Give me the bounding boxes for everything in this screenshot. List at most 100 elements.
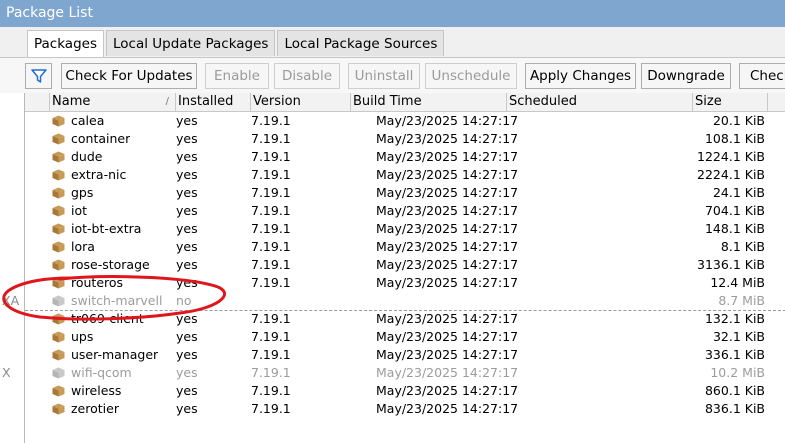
build-time-value: May/23/2025 14:27:17 bbox=[376, 329, 519, 344]
tab-local-package-sources[interactable]: Local Package Sources bbox=[277, 30, 445, 56]
table-row[interactable]: calea yes 7.19.1 May/23/2025 14:27:17 20.1 K… bbox=[25, 112, 785, 130]
table-row[interactable]: lora yes 7.19.1 May/23/2025 14:27:17 8.1 KiB bbox=[25, 238, 785, 256]
package-icon bbox=[52, 277, 65, 289]
package-name: gps bbox=[71, 185, 94, 200]
size-value: 3136.1 KiB bbox=[697, 257, 765, 272]
table-row[interactable]: zerotier yes 7.19.1 May/23/2025 14:27:17 836… bbox=[25, 400, 785, 418]
build-time-value: May/23/2025 14:27:17 bbox=[376, 383, 519, 398]
package-name: container bbox=[71, 131, 131, 146]
installed-value: yes bbox=[176, 257, 198, 272]
size-value: 836.1 KiB bbox=[704, 401, 765, 416]
tab-bar: Packages Local Update Packages Local Pac… bbox=[27, 30, 446, 57]
table-row[interactable]: switch-marvell no 8.7 MiB bbox=[25, 292, 785, 311]
column-header-name[interactable]: Name / bbox=[50, 93, 176, 111]
package-table: Name / Installed Version Build Time Sche… bbox=[24, 93, 785, 443]
column-header-installed[interactable]: Installed bbox=[176, 93, 251, 111]
size-value: 2224.1 KiB bbox=[697, 167, 765, 182]
installed-value: yes bbox=[176, 311, 198, 326]
package-icon bbox=[52, 241, 65, 253]
table-row[interactable]: ups yes 7.19.1 May/23/2025 14:27:17 32.1 KiB bbox=[25, 328, 785, 346]
build-time-value: May/23/2025 14:27:17 bbox=[376, 311, 519, 326]
tab-packages[interactable]: Packages bbox=[27, 30, 104, 57]
toolbar: Check For Updates Enable Disable Uninsta… bbox=[0, 57, 785, 93]
window-title: Package List bbox=[0, 0, 785, 27]
version-value: 7.19.1 bbox=[251, 275, 291, 290]
package-name: dude bbox=[71, 149, 103, 164]
package-icon bbox=[52, 331, 65, 343]
size-value: 8.1 KiB bbox=[720, 239, 765, 254]
uninstall-button[interactable]: Uninstall bbox=[348, 63, 420, 89]
build-time-value: May/23/2025 14:27:17 bbox=[376, 221, 519, 236]
table-row[interactable]: iot yes 7.19.1 May/23/2025 14:27:17 704.1 Ki… bbox=[25, 202, 785, 220]
downgrade-button[interactable]: Downgrade bbox=[641, 63, 731, 89]
build-time-value: May/23/2025 14:27:17 bbox=[376, 149, 519, 164]
package-name: zerotier bbox=[71, 401, 119, 416]
filter-button[interactable] bbox=[25, 63, 52, 89]
package-name: wireless bbox=[71, 383, 122, 398]
version-value: 7.19.1 bbox=[251, 185, 291, 200]
version-value: 7.19.1 bbox=[251, 149, 291, 164]
build-time-value: May/23/2025 14:27:17 bbox=[376, 275, 519, 290]
size-value: 148.1 KiB bbox=[704, 221, 765, 236]
package-name: tr069-client bbox=[71, 311, 144, 326]
column-header-extra bbox=[768, 93, 785, 111]
package-icon bbox=[52, 151, 65, 163]
tab-local-update-packages[interactable]: Local Update Packages bbox=[106, 30, 276, 56]
package-icon bbox=[52, 349, 65, 361]
column-header-flags[interactable] bbox=[25, 93, 50, 111]
installed-value: yes bbox=[176, 203, 198, 218]
build-time-value: May/23/2025 14:27:17 bbox=[376, 131, 519, 146]
size-value: 10.2 MiB bbox=[710, 365, 765, 380]
package-name: routeros bbox=[71, 275, 124, 290]
table-row[interactable]: wifi-qcom yes 7.19.1 May/23/2025 14:27:17 10… bbox=[25, 364, 785, 382]
column-header-build-time[interactable]: Build Time bbox=[351, 93, 507, 111]
package-icon bbox=[52, 259, 65, 271]
table-row[interactable]: iot-bt-extra yes 7.19.1 May/23/2025 14:27:1… bbox=[25, 220, 785, 238]
check-installation-button[interactable]: Check bbox=[739, 63, 785, 89]
table-row[interactable]: container yes 7.19.1 May/23/2025 14:27:17 10… bbox=[25, 130, 785, 148]
package-name: iot-bt-extra bbox=[71, 221, 142, 236]
installed-value: yes bbox=[176, 185, 198, 200]
table-row[interactable]: dude yes 7.19.1 May/23/2025 14:27:17 1224.1 … bbox=[25, 148, 785, 166]
build-time-value: May/23/2025 14:27:17 bbox=[376, 257, 519, 272]
table-row[interactable]: rose-storage yes 7.19.1 May/23/2025 14:27:1… bbox=[25, 256, 785, 274]
size-value: 8.7 MiB bbox=[718, 293, 765, 308]
check-for-updates-button[interactable]: Check For Updates bbox=[61, 63, 197, 89]
installed-value: yes bbox=[176, 383, 198, 398]
package-name: ups bbox=[71, 329, 94, 344]
table-row[interactable]: tr069-client yes 7.19.1 May/23/2025 14:27:1… bbox=[25, 310, 785, 328]
installed-value: yes bbox=[176, 329, 198, 344]
table-row[interactable]: user-manager yes 7.19.1 May/23/2025 14:27:1… bbox=[25, 346, 785, 364]
installed-value: yes bbox=[176, 347, 198, 362]
installed-value: yes bbox=[176, 239, 198, 254]
column-header-scheduled[interactable]: Scheduled bbox=[507, 93, 693, 111]
table-row[interactable]: extra-nic yes 7.19.1 May/23/2025 14:27:17 22… bbox=[25, 166, 785, 184]
installed-value: yes bbox=[176, 131, 198, 146]
size-value: 336.1 KiB bbox=[704, 347, 765, 362]
disable-button[interactable]: Disable bbox=[274, 63, 340, 89]
version-value: 7.19.1 bbox=[251, 221, 291, 236]
size-value: 24.1 KiB bbox=[712, 185, 765, 200]
size-value: 108.1 KiB bbox=[704, 131, 765, 146]
filter-icon bbox=[31, 69, 47, 83]
installed-value: yes bbox=[176, 221, 198, 236]
enable-button[interactable]: Enable bbox=[205, 63, 269, 89]
installed-value: yes bbox=[176, 149, 198, 164]
package-icon bbox=[52, 385, 65, 397]
unschedule-button[interactable]: Unschedule bbox=[425, 63, 517, 89]
table-row[interactable]: routeros yes 7.19.1 May/23/2025 14:27:17 12.… bbox=[25, 274, 785, 292]
package-icon bbox=[52, 367, 65, 379]
package-icon bbox=[52, 133, 65, 145]
table-row[interactable]: gps yes 7.19.1 May/23/2025 14:27:17 24.1 KiB bbox=[25, 184, 785, 202]
size-value: 12.4 MiB bbox=[710, 275, 765, 290]
installed-value: yes bbox=[176, 365, 198, 380]
apply-changes-button[interactable]: Apply Changes bbox=[525, 63, 636, 89]
package-name: wifi-qcom bbox=[71, 365, 132, 380]
version-value: 7.19.1 bbox=[251, 167, 291, 182]
column-header-version[interactable]: Version bbox=[251, 93, 351, 111]
build-time-value: May/23/2025 14:27:17 bbox=[376, 365, 519, 380]
column-header-size[interactable]: Size bbox=[693, 93, 768, 111]
build-time-value: May/23/2025 14:27:17 bbox=[376, 167, 519, 182]
build-time-value: May/23/2025 14:27:17 bbox=[376, 401, 519, 416]
table-row[interactable]: wireless yes 7.19.1 May/23/2025 14:27:17 860… bbox=[25, 382, 785, 400]
